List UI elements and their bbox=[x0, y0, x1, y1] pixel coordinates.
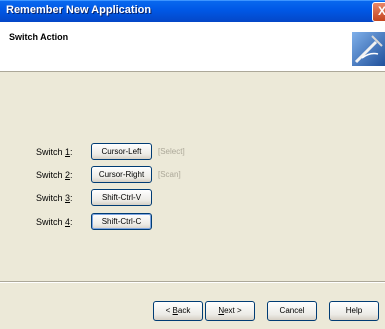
close-button[interactable]: X bbox=[372, 2, 385, 22]
switch-2-label: Switch 2: bbox=[36, 170, 73, 180]
switch-2-key-button[interactable]: Cursor-Right bbox=[91, 166, 152, 183]
switch-4-label: Switch 4: bbox=[36, 217, 73, 227]
back-button[interactable]: < Back bbox=[153, 301, 203, 321]
close-icon: X bbox=[377, 4, 385, 18]
switch-2-hint: [Scan] bbox=[158, 170, 181, 179]
cancel-button[interactable]: Cancel bbox=[267, 301, 317, 321]
title-bar: Remember New Application X bbox=[0, 0, 385, 22]
footer-divider bbox=[0, 281, 385, 283]
next-button[interactable]: Next > bbox=[205, 301, 255, 321]
switch-1-label: Switch 1: bbox=[36, 147, 73, 157]
switch-1-hint: [Select] bbox=[158, 147, 185, 156]
switch-1-key-button[interactable]: Cursor-Left bbox=[91, 143, 152, 160]
switch-3-label: Switch 3: bbox=[36, 193, 73, 203]
switch-wand-icon bbox=[352, 32, 385, 66]
wizard-header: Switch Action bbox=[0, 22, 385, 72]
window-title: Remember New Application bbox=[6, 4, 152, 16]
switch-4-key-button[interactable]: Shift-Ctrl-C bbox=[91, 213, 152, 230]
help-button[interactable]: Help bbox=[329, 301, 379, 321]
page-title: Switch Action bbox=[9, 32, 69, 42]
switch-list: Switch 1: Cursor-Left [Select] Switch 2:… bbox=[0, 72, 385, 282]
switch-3-key-button[interactable]: Shift-Ctrl-V bbox=[91, 189, 152, 206]
